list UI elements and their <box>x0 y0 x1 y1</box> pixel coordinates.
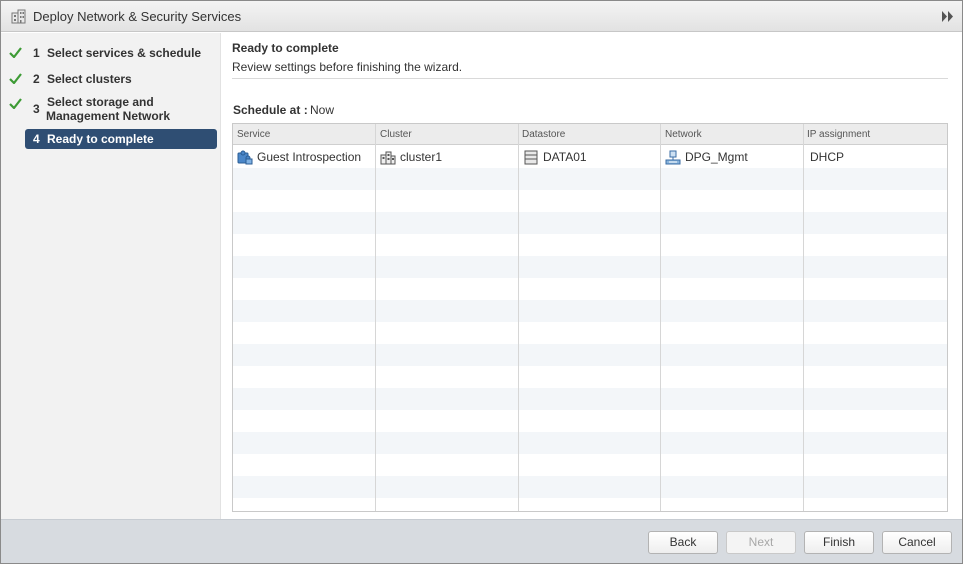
wizard-steps-sidebar: 1 Select services & schedule 2 Select cl… <box>1 33 221 519</box>
checkmark-icon <box>9 73 22 84</box>
cell-service[interactable]: Guest Introspection <box>233 146 375 168</box>
table-row-empty <box>233 454 947 476</box>
service-puzzle-icon <box>237 150 253 165</box>
datastore-icon <box>524 150 538 165</box>
table-header: Service Cluster Datastore Network IP ass… <box>233 124 947 145</box>
step-number: 4 <box>33 132 40 146</box>
cancel-button[interactable]: Cancel <box>882 531 952 554</box>
step-number: 2 <box>33 72 40 86</box>
ip-assignment-value: DHCP <box>810 150 845 164</box>
step-select-clusters[interactable]: 2 Select clusters <box>1 71 221 87</box>
table-row-empty <box>233 498 947 511</box>
step-number: 1 <box>33 46 40 60</box>
column-header-ip-assignment[interactable]: IP assignment <box>803 124 947 145</box>
divider <box>232 78 948 79</box>
network-portgroup-icon <box>665 150 681 165</box>
finish-button[interactable]: Finish <box>804 531 874 554</box>
network-name: DPG_Mgmt <box>685 150 748 164</box>
step-label-line2: Management Network <box>46 109 171 123</box>
table-row-empty <box>233 322 947 344</box>
cell-network[interactable]: DPG_Mgmt <box>661 146 803 168</box>
cell-ip-assignment[interactable]: DHCP <box>804 146 947 168</box>
table-row-empty <box>233 234 947 256</box>
wizard-dialog: Deploy Network & Security Services 1 Sel… <box>0 0 963 564</box>
title-bar: Deploy Network & Security Services <box>1 1 962 32</box>
cluster-name: cluster1 <box>400 150 443 164</box>
schedule-label: Schedule at : <box>233 103 308 117</box>
table-row-empty <box>233 190 947 212</box>
table-row-empty <box>233 476 947 498</box>
table-row-empty <box>233 410 947 432</box>
step-select-storage[interactable]: 3 Select storage and Management Network <box>1 95 221 125</box>
cluster-icon <box>380 151 396 165</box>
cell-cluster[interactable]: cluster1 <box>376 146 518 168</box>
column-header-cluster[interactable]: Cluster <box>376 124 518 145</box>
main-content: Ready to complete Review settings before… <box>222 33 962 519</box>
wizard-footer: Back Next Finish Cancel <box>1 519 962 563</box>
column-divider[interactable] <box>375 124 376 511</box>
column-header-datastore[interactable]: Datastore <box>518 124 660 145</box>
service-name: Guest Introspection <box>257 150 362 164</box>
checkmark-icon <box>9 98 22 109</box>
column-divider[interactable] <box>803 124 804 511</box>
table-row-empty <box>233 432 947 454</box>
table-row-empty <box>233 388 947 410</box>
step-label: Select storage and <box>47 95 154 109</box>
cell-datastore[interactable]: DATA01 <box>519 146 660 168</box>
table-row-empty <box>233 366 947 388</box>
step-label: Ready to complete <box>47 132 154 146</box>
step-ready-to-complete[interactable]: 4 Ready to complete <box>25 129 217 149</box>
summary-table: Service Cluster Datastore Network IP ass… <box>232 123 948 512</box>
building-icon <box>11 9 26 24</box>
dialog-title: Deploy Network & Security Services <box>33 9 242 24</box>
datastore-name: DATA01 <box>543 150 587 164</box>
double-chevron-right-icon[interactable] <box>942 11 954 22</box>
table-row-empty <box>233 278 947 300</box>
column-header-service[interactable]: Service <box>233 124 375 145</box>
step-label: Select clusters <box>47 72 132 86</box>
table-row-empty <box>233 300 947 322</box>
column-header-network[interactable]: Network <box>661 124 803 145</box>
schedule-value: Now <box>310 103 335 117</box>
page-subtitle: Review settings before finishing the wiz… <box>232 60 463 74</box>
step-number: 3 <box>33 102 40 116</box>
column-divider[interactable] <box>660 124 661 511</box>
table-row-empty <box>233 344 947 366</box>
checkmark-icon <box>9 47 22 58</box>
column-divider[interactable] <box>518 124 519 511</box>
page-title: Ready to complete <box>232 41 339 55</box>
table-row-empty <box>233 168 947 190</box>
step-label: Select services & schedule <box>47 46 202 60</box>
step-select-services[interactable]: 1 Select services & schedule <box>1 45 221 61</box>
table-row-empty <box>233 256 947 278</box>
back-button[interactable]: Back <box>648 531 718 554</box>
table-row-empty <box>233 212 947 234</box>
next-button[interactable]: Next <box>726 531 796 554</box>
